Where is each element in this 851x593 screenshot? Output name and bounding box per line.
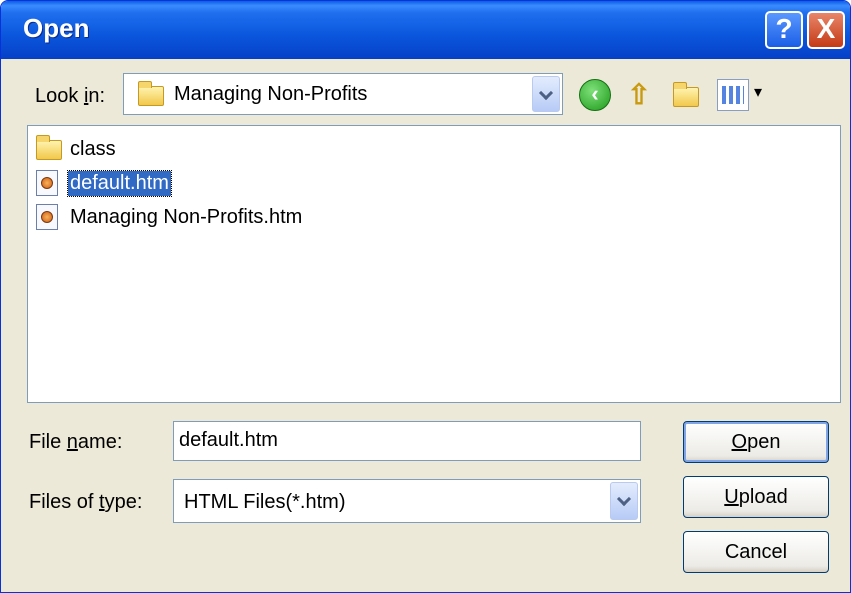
list-item[interactable]: Managing Non-Profits.htm — [32, 202, 304, 232]
look-in-label: Look in: — [35, 85, 106, 107]
file-name-input[interactable]: default.htm — [173, 421, 641, 461]
close-button[interactable]: X — [807, 11, 845, 49]
open-dialog: Open ? X Look in: Managing Non-Profits ‹… — [0, 0, 851, 593]
up-folder-icon[interactable]: ⇧ — [623, 79, 655, 111]
upload-button[interactable]: Upload — [683, 476, 829, 518]
dialog-title: Open — [23, 13, 90, 43]
help-button[interactable]: ? — [765, 11, 803, 49]
folder-icon — [138, 81, 164, 106]
html-file-icon — [36, 170, 58, 196]
views-menu-icon[interactable]: ▾ — [717, 79, 762, 111]
file-name-label: File name: — [29, 431, 123, 453]
html-file-icon — [36, 204, 58, 230]
open-button[interactable]: Open — [683, 421, 829, 463]
list-item[interactable]: default.htm — [32, 168, 172, 198]
file-list[interactable]: class default.htm Managing Non-Profits.h… — [27, 125, 841, 403]
look-in-value: Managing Non-Profits — [174, 83, 368, 105]
file-type-dropdown[interactable]: HTML Files(*.htm) — [173, 479, 641, 523]
file-type-label: Files of type: — [29, 491, 143, 513]
file-type-value: HTML Files(*.htm) — [184, 491, 346, 513]
back-icon[interactable]: ‹ — [579, 79, 611, 111]
folder-icon — [36, 135, 62, 160]
chevron-down-icon[interactable] — [532, 76, 560, 112]
list-item[interactable]: class — [32, 134, 118, 164]
title-bar[interactable]: Open ? X — [1, 1, 850, 59]
cancel-button[interactable]: Cancel — [683, 531, 829, 573]
chevron-down-icon[interactable] — [610, 482, 638, 520]
look-in-dropdown[interactable]: Managing Non-Profits — [123, 73, 563, 115]
new-folder-icon[interactable] — [671, 79, 703, 111]
